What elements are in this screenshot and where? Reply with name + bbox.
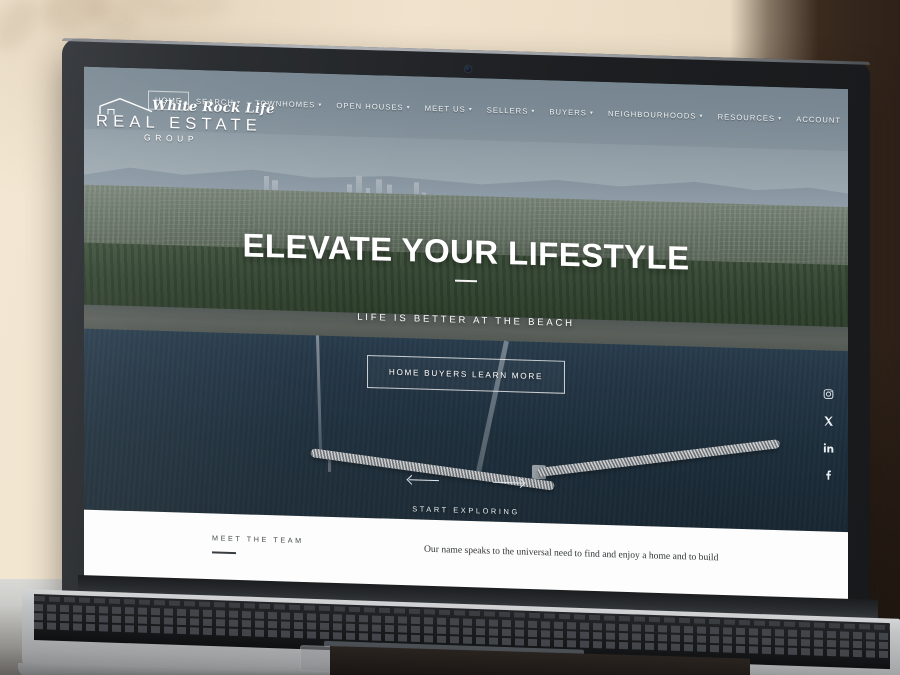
section-kicker: MEET THE TEAM (212, 533, 304, 546)
lid-top-edge (62, 38, 870, 65)
webcam-dot-icon (465, 65, 471, 73)
instagram-icon[interactable] (823, 388, 834, 399)
hero-slider-controls (406, 474, 526, 490)
laptop-lid: White Rock Life REAL ESTATE GROUP HOME S… (62, 38, 870, 622)
arrow-left-icon[interactable] (406, 474, 441, 487)
x-twitter-icon[interactable] (823, 415, 834, 426)
home-buyers-learn-more-button[interactable]: HOME BUYERS LEARN MORE (366, 354, 566, 394)
laptop-screen: White Rock Life REAL ESTATE GROUP HOME S… (84, 66, 848, 603)
social-rail (823, 388, 834, 480)
section-body: Our name speaks to the universal need to… (424, 542, 789, 569)
hero-divider (455, 279, 477, 283)
hero-title: ELEVATE YOUR LIFESTYLE (242, 226, 690, 277)
section-rule (212, 551, 236, 555)
hero-content: ELEVATE YOUR LIFESTYLE LIFE IS BETTER AT… (84, 67, 848, 533)
start-exploring-label[interactable]: START EXPLORING (412, 504, 520, 516)
website: White Rock Life REAL ESTATE GROUP HOME S… (84, 66, 848, 603)
section-paragraph: Our name speaks to the universal need to… (424, 543, 719, 564)
section-heading-group: MEET THE TEAM (212, 533, 304, 556)
arrow-right-icon[interactable] (491, 477, 526, 490)
laptop-mockup: White Rock Life REAL ESTATE GROUP HOME S… (0, 0, 900, 675)
hero-subtitle: LIFE IS BETTER AT THE BEACH (357, 311, 575, 330)
facebook-icon[interactable] (823, 469, 834, 480)
linkedin-icon[interactable] (823, 442, 834, 453)
